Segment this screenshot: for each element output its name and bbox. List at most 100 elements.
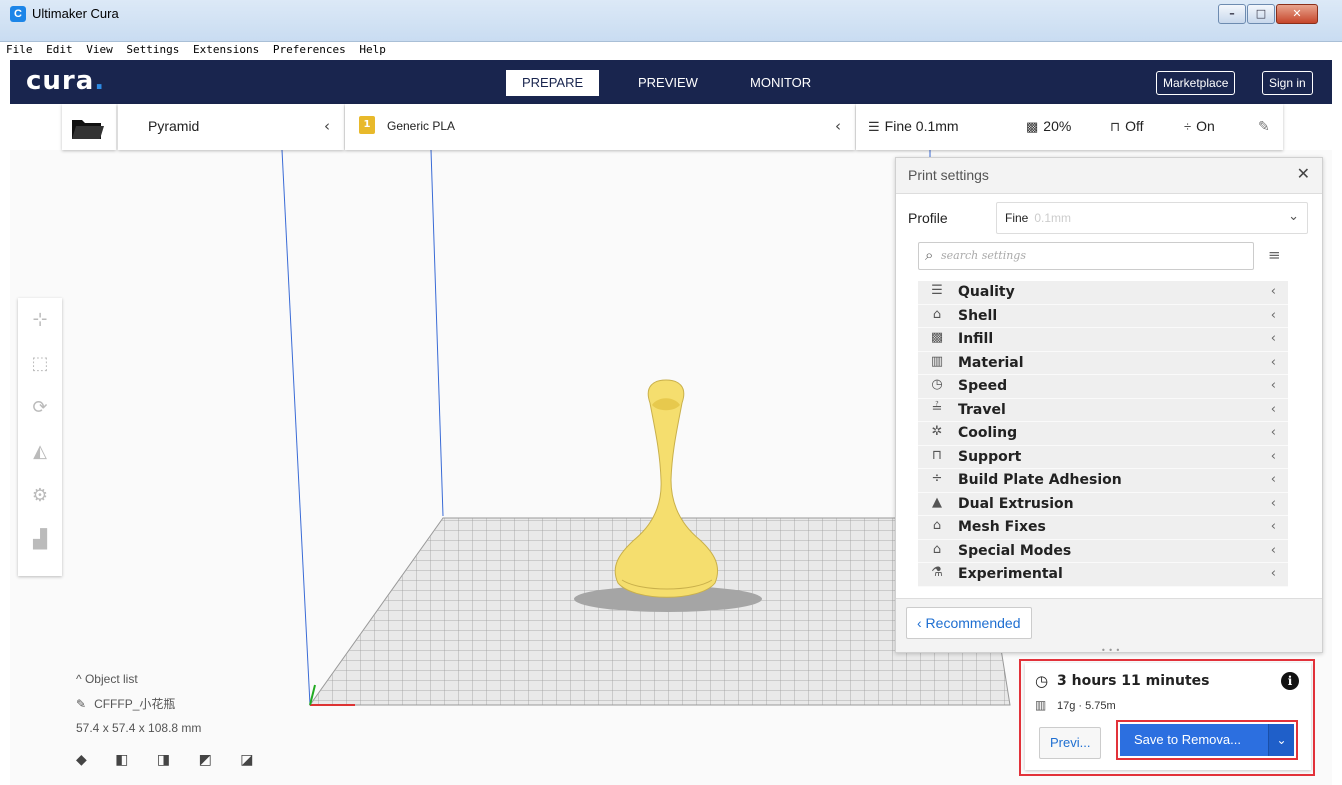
clock-icon: ◷ [1035,672,1049,690]
category-speed[interactable]: ◷ Speed ‹ [918,375,1288,399]
support-summary: ⊓ Off [1110,118,1144,134]
save-to-removable-button[interactable]: Save to Remova... [1120,724,1268,756]
panel-header: Print settings ✕ [896,158,1322,194]
search-settings-input[interactable]: ⌕ search settings [918,242,1254,270]
object-name: ✎ CFFFP_小花瓶 [76,697,176,711]
printer-name: Pyramid [148,118,200,134]
sign-in-button[interactable]: Sign in [1262,71,1313,95]
profile-dropdown[interactable]: Fine 0.1mm ⌄ [996,202,1308,234]
object-dimensions: 57.4 x 57.4 x 108.8 mm [76,721,202,735]
travel-icon: ≟ [931,400,943,416]
menu-settings[interactable]: Settings [126,43,179,56]
panel-footer: ‹ Recommended [896,598,1322,652]
special-modes-icon: ⌂ [932,541,942,557]
printer-selector[interactable]: Pyramid ‹ [118,104,344,150]
support-blocker-icon[interactable]: ▟ [24,524,56,556]
tab-prepare[interactable]: PREPARE [506,70,600,96]
scale-tool-icon[interactable]: ⬚ [24,348,56,380]
material-usage: 17g · 5.75m [1057,700,1116,712]
chevron-left-icon: ‹ [1270,425,1276,440]
support-icon: ⊓ [931,447,943,463]
search-placeholder: search settings [941,249,1026,262]
chevron-left-icon: ‹ [835,117,841,135]
cura-logo: cura. [26,66,106,96]
transform-tools: ⊹ ⬚ ⟳ ◭ ⚙ ▟ [18,298,62,576]
marketplace-button[interactable]: Marketplace [1156,71,1236,95]
infill-summary: ▩ 20% [1026,118,1072,134]
experimental-icon: ⚗ [931,565,943,580]
mirror-tool-icon[interactable]: ◭ [24,436,56,468]
category-support[interactable]: ⊓ Support ‹ [918,445,1288,469]
profile-value: Fine 0.1mm [1005,211,1072,225]
chevron-down-icon: ⌄ [1288,209,1299,224]
category-travel[interactable]: ≟ Travel ‹ [918,398,1288,422]
support-icon: ⊓ [1110,119,1121,134]
close-icon[interactable]: ✕ [1297,164,1310,183]
category-infill[interactable]: ▩ Infill ‹ [918,328,1288,352]
panel-resize-handle[interactable]: • • • [1101,646,1120,655]
profile-label: Profile [908,210,948,226]
print-settings-summary[interactable]: ☰ Fine 0.1mm ▩ 20% ⊓ Off ÷ On ✎ [856,104,1283,150]
settings-visibility-menu-icon[interactable]: ≡ [1268,246,1281,264]
object-list-toggle[interactable]: ^ Object list [76,672,201,686]
quality-icon: ☰ [931,283,943,298]
category-shell[interactable]: ⌂ Shell ‹ [918,304,1288,328]
material-selector[interactable]: 1 Generic PLA ‹ [345,104,855,150]
category-dual-extrusion[interactable]: ▲ Dual Extrusion ‹ [918,492,1288,516]
quality-icon: ☰ [868,119,880,134]
chevron-left-icon: ‹ [1270,284,1276,299]
menu-file[interactable]: File [6,43,33,56]
category-experimental[interactable]: ⚗ Experimental ‹ [918,563,1288,587]
tab-monitor[interactable]: MONITOR [734,70,827,96]
preview-button[interactable]: Previ... [1039,727,1102,759]
per-model-settings-icon[interactable]: ⚙ [24,480,56,512]
vase-model [614,379,719,598]
volume-edge-back-left [430,150,444,517]
category-quality[interactable]: ☰ Quality ‹ [918,281,1288,305]
menu-view[interactable]: View [86,43,113,56]
close-window-button[interactable]: ✕ [1276,4,1318,24]
adhesion-icon: ÷ [1184,119,1192,134]
category-special-modes[interactable]: ⌂ Special Modes ‹ [918,539,1288,563]
camera-view-icons[interactable]: ◆ ◧ ◨ ◩ ◪ [76,752,265,768]
chevron-left-icon: ‹ [1270,307,1276,323]
category-mesh-fixes[interactable]: ⌂ Mesh Fixes ‹ [918,516,1288,540]
window-titlebar: C Ultimaker Cura – □ ✕ [0,0,1342,42]
menu-preferences[interactable]: Preferences [273,43,346,56]
speed-icon: ◷ [931,377,943,392]
window-title: Ultimaker Cura [32,6,119,21]
menu-help[interactable]: Help [359,43,386,56]
folder-icon [72,120,104,139]
open-file-button[interactable] [62,104,116,150]
chevron-left-icon: ‹ [1270,401,1276,417]
pencil-icon: ✎ [76,697,87,711]
chevron-left-icon: ‹ [1270,495,1276,511]
material-icon: ▥ [1035,698,1047,712]
chevron-left-icon: ‹ [1270,472,1276,487]
category-cooling[interactable]: ✲ Cooling ‹ [918,422,1288,446]
category-build-plate-adhesion[interactable]: ÷ Build Plate Adhesion ‹ [918,469,1288,493]
quality-summary: ☰ Fine 0.1mm [868,118,959,134]
tab-preview[interactable]: PREVIEW [622,70,714,96]
edit-pencil-icon[interactable]: ✎ [1258,118,1270,135]
move-tool-icon[interactable]: ⊹ [24,304,56,336]
category-material[interactable]: ▥ Material ‹ [918,351,1288,375]
chevron-left-icon: ‹ [1270,331,1276,346]
menu-edit[interactable]: Edit [46,43,73,56]
info-icon[interactable]: i [1281,672,1299,690]
infill-icon: ▩ [1026,119,1039,134]
recommended-button[interactable]: ‹ Recommended [906,607,1032,639]
minimize-button[interactable]: – [1218,4,1246,24]
mesh-fixes-icon: ⌂ [932,518,942,533]
search-icon: ⌕ [925,246,934,264]
chevron-left-icon: ‹ [1270,519,1276,534]
output-device-dropdown-icon[interactable]: ⌄ [1268,724,1294,756]
maximize-button[interactable]: □ [1247,4,1275,24]
rotate-tool-icon[interactable]: ⟳ [24,392,56,424]
print-time: 3 hours 11 minutes [1057,673,1210,689]
infill-icon: ▩ [930,330,944,345]
adhesion-summary: ÷ On [1184,118,1215,134]
chevron-left-icon: ‹ [1270,566,1276,581]
menu-extensions[interactable]: Extensions [193,43,259,56]
adhesion-icon: ÷ [931,471,943,486]
